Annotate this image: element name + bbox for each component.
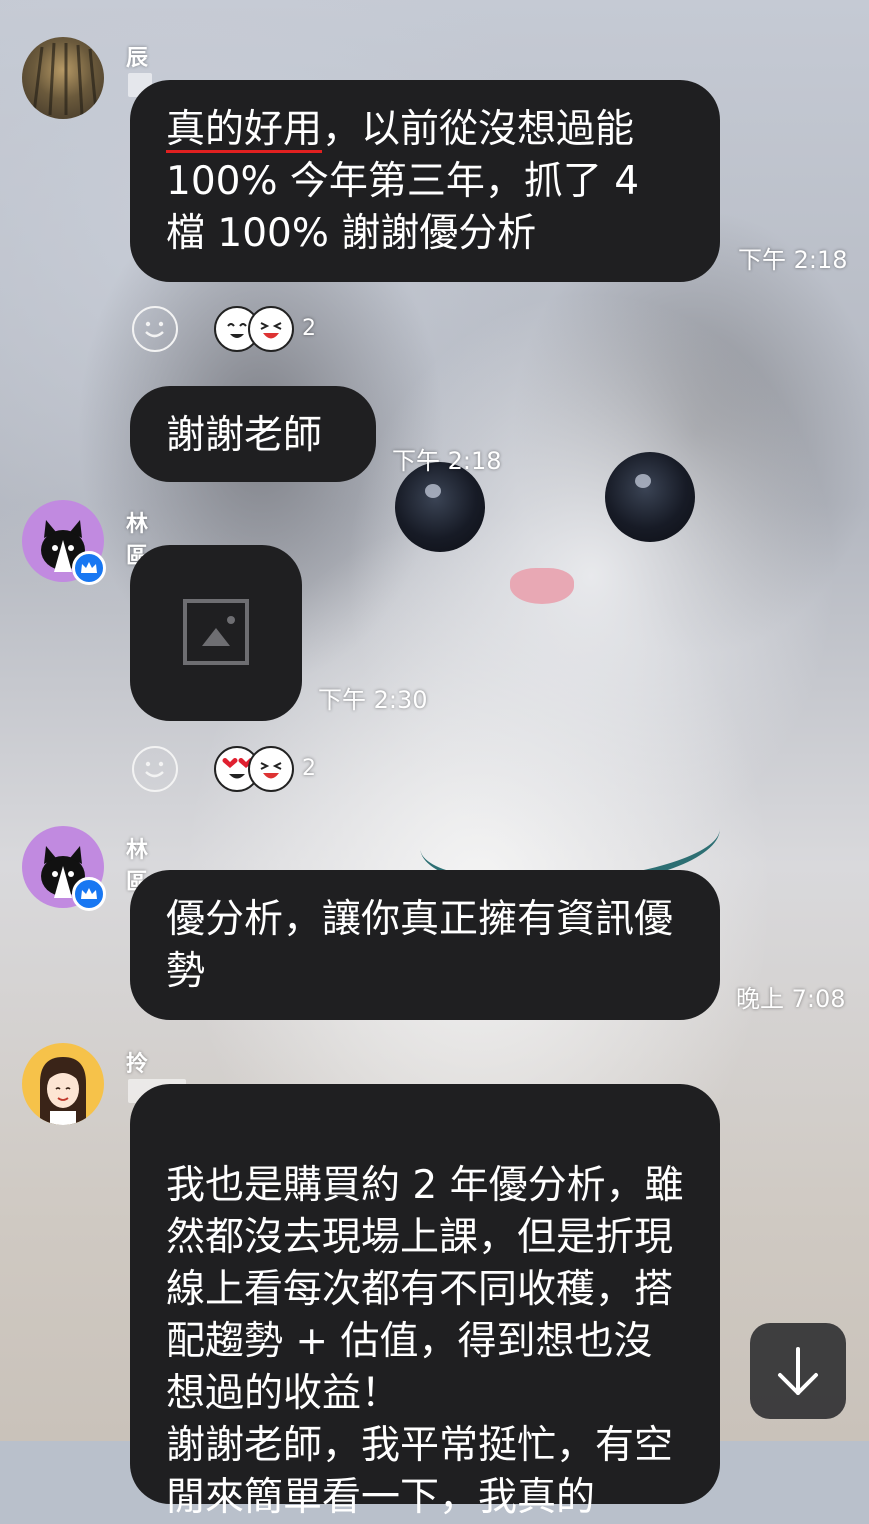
- message-time: 下午 2:18: [392, 447, 502, 475]
- arrow-down-icon: [778, 1347, 818, 1395]
- crown-badge-icon: [72, 551, 106, 585]
- highlighted-text: 真的好用: [166, 107, 323, 152]
- message-bubble[interactable]: 謝謝老師: [130, 386, 376, 482]
- message-bubble[interactable]: 我也是購買約 2 年優分析，雖然都沒去現場上課，但是折現線上看每次都有不同收穫，…: [130, 1084, 720, 1520]
- message-time: 下午 2:18: [738, 246, 848, 274]
- image-icon: [183, 599, 249, 665]
- message-text: 謝謝老師: [166, 413, 323, 458]
- reaction-count: 2: [302, 756, 316, 781]
- avatar-girl-image: [40, 1057, 86, 1125]
- smiley-icon[interactable]: [132, 746, 178, 792]
- avatar[interactable]: [22, 1043, 104, 1125]
- message-time: 下午 2:30: [318, 686, 428, 714]
- kitten-nose: [510, 568, 574, 604]
- reaction-laugh-icon[interactable]: [248, 746, 294, 792]
- smiley-icon[interactable]: [132, 306, 178, 352]
- reaction-laugh-icon[interactable]: [248, 306, 294, 352]
- image-message-bubble[interactable]: [130, 545, 302, 721]
- message-time: 晚上 7:08: [736, 985, 846, 1013]
- message-bubble[interactable]: 優分析，讓你真正擁有資訊優勢: [130, 870, 720, 1020]
- message-text: 我也是購買約 2 年優分析，雖然都沒去現場上課，但是折現線上看每次都有不同收穫，…: [166, 1163, 684, 1520]
- avatar-image: [32, 42, 98, 116]
- message-bubble[interactable]: 真的好用，以前從沒想過能 100% 今年第三年，抓了 4 檔 100% 謝謝優分…: [130, 80, 720, 282]
- scroll-to-bottom-button[interactable]: [750, 1323, 846, 1419]
- kitten-eye: [605, 452, 695, 542]
- crown-badge-icon: [72, 877, 106, 911]
- message-text: 優分析，讓你真正擁有資訊優勢: [166, 897, 674, 994]
- avatar[interactable]: [22, 37, 104, 119]
- reaction-count: 2: [302, 316, 316, 341]
